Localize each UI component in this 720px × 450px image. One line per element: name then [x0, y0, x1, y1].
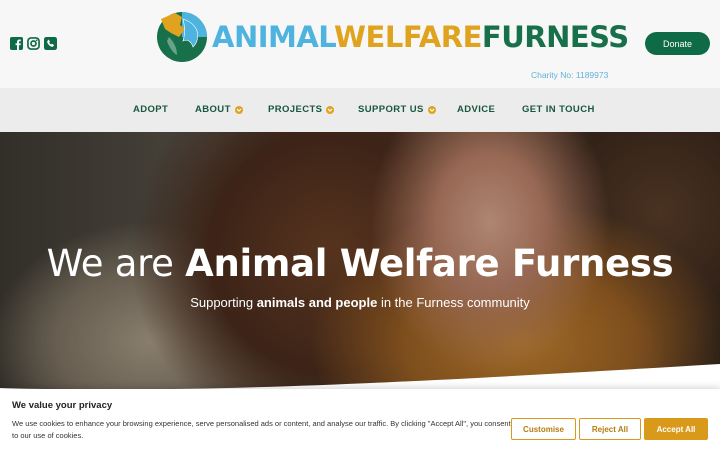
cookie-title: We value your privacy	[12, 400, 113, 411]
nav-item-projects[interactable]: PROJECTS	[268, 104, 335, 115]
logo-word-furness: FURNESS	[481, 19, 629, 54]
social-links	[10, 37, 57, 50]
hero-title-bold: Animal Welfare Furness	[185, 242, 674, 285]
nav-label: PROJECTS	[268, 104, 323, 115]
site-logo[interactable]: ANIMALWELFAREFURNESS	[155, 11, 629, 63]
hero-sub-suffix: in the Furness community	[377, 295, 530, 310]
cookie-banner: We value your privacy We use cookies to …	[0, 389, 720, 450]
nav-label: ADOPT	[133, 104, 169, 115]
logo-word-animal: ANIMAL	[212, 19, 335, 54]
reject-all-button[interactable]: Reject All	[579, 418, 641, 440]
charity-number: Charity No: 1189973	[531, 70, 609, 80]
logo-text: ANIMALWELFAREFURNESS	[212, 19, 629, 54]
facebook-icon[interactable]	[10, 37, 23, 50]
chevron-down-icon	[234, 105, 243, 114]
chevron-down-icon	[427, 105, 436, 114]
chevron-down-icon	[326, 105, 335, 114]
site-header: ANIMALWELFAREFURNESS Donate Charity No: …	[0, 0, 720, 88]
donate-button[interactable]: Donate	[645, 32, 710, 55]
nav-item-get-in-touch[interactable]: GET IN TOUCH	[522, 104, 595, 115]
nav-label: GET IN TOUCH	[522, 104, 595, 115]
logo-emblem-icon	[157, 12, 207, 62]
nav-label: ABOUT	[195, 104, 231, 115]
hero-banner: We are Animal Welfare Furness Supporting…	[0, 132, 720, 390]
cookie-text: We use cookies to enhance your browsing …	[12, 419, 511, 440]
hero-title-prefix: We are	[46, 242, 186, 285]
nav-item-support-us[interactable]: SUPPORT US	[358, 104, 436, 115]
hero-subtitle: Supporting animals and people in the Fur…	[0, 295, 720, 310]
customise-button[interactable]: Customise	[511, 418, 576, 440]
hero-sub-bold: animals and people	[256, 295, 378, 310]
hero-sub-prefix: Supporting	[190, 295, 257, 310]
nav-item-adopt[interactable]: ADOPT	[133, 104, 168, 115]
nav-item-advice[interactable]: ADVICE	[457, 104, 495, 115]
instagram-icon[interactable]	[27, 37, 40, 50]
nav-label: ADVICE	[457, 104, 496, 115]
nav-item-about[interactable]: ABOUT	[195, 104, 243, 115]
hero-title: We are Animal Welfare Furness	[0, 242, 720, 285]
logo-word-welfare: WELFARE	[334, 19, 482, 54]
main-nav: ADOPT ABOUT PROJECTS SUPPORT US ADVICE G…	[0, 88, 720, 132]
accept-all-button[interactable]: Accept All	[644, 418, 708, 440]
nav-label: SUPPORT US	[358, 104, 424, 115]
phone-icon[interactable]	[44, 37, 57, 50]
